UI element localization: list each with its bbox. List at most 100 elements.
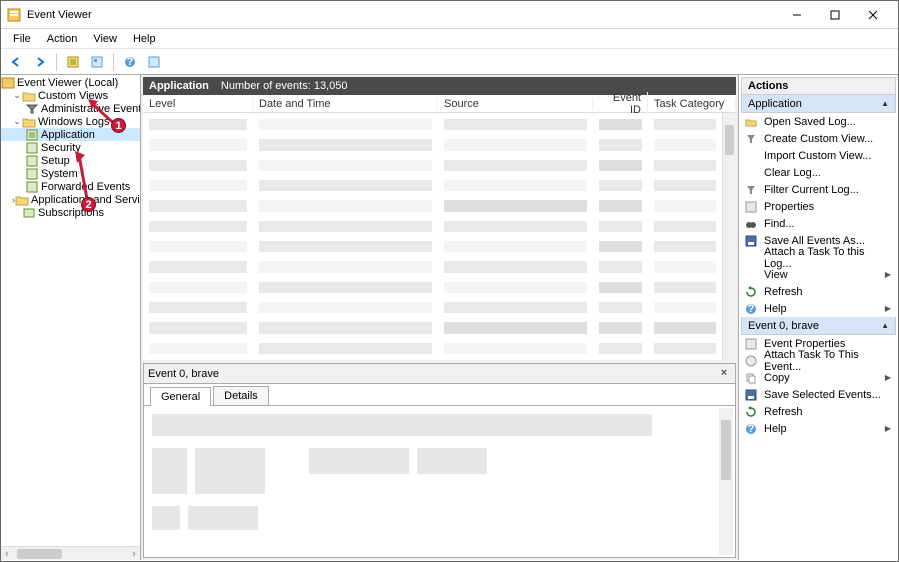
actions-pane: Actions Application ▲ Open Saved Log... … bbox=[738, 75, 898, 560]
detail-body bbox=[144, 406, 735, 557]
tree-windows-logs[interactable]: ⌄ Windows Logs bbox=[1, 115, 140, 128]
event-count-label: Number of events: 13,050 bbox=[221, 80, 348, 92]
subscriptions-icon bbox=[22, 207, 36, 219]
action-save-selected[interactable]: Save Selected Events... bbox=[741, 386, 896, 403]
column-eventid[interactable]: Event ID bbox=[593, 92, 648, 116]
tab-general[interactable]: General bbox=[150, 387, 211, 406]
detail-close-button[interactable]: × bbox=[717, 367, 731, 381]
properties-icon bbox=[744, 200, 758, 214]
event-detail-pane: Event 0, brave × General Details bbox=[143, 363, 736, 558]
svg-text:?: ? bbox=[748, 303, 755, 315]
svg-text:?: ? bbox=[127, 56, 134, 68]
menu-action[interactable]: Action bbox=[39, 31, 86, 47]
show-hide-tree-button[interactable] bbox=[62, 51, 84, 73]
log-icon bbox=[25, 155, 39, 167]
properties-button[interactable] bbox=[86, 51, 108, 73]
center-pane: Application Number of events: 13,050 Lev… bbox=[141, 75, 738, 560]
column-datetime[interactable]: Date and Time bbox=[253, 98, 438, 110]
submenu-arrow-icon: ▶ bbox=[885, 270, 891, 279]
menu-view[interactable]: View bbox=[85, 31, 125, 47]
action-create-custom-view[interactable]: Create Custom View... bbox=[741, 130, 896, 147]
filter-icon bbox=[744, 132, 758, 146]
action-open-saved-log[interactable]: Open Saved Log... bbox=[741, 113, 896, 130]
tree-custom-views[interactable]: ⌄ Custom Views bbox=[1, 89, 140, 102]
events-column-header[interactable]: Level Date and Time Source Event ID Task… bbox=[143, 95, 736, 113]
action-find[interactable]: Find... bbox=[741, 215, 896, 232]
toolbar: ? bbox=[1, 49, 898, 75]
filter-icon bbox=[744, 183, 758, 197]
action-import-custom-view[interactable]: Import Custom View... bbox=[741, 147, 896, 164]
scrollbar-thumb[interactable] bbox=[17, 549, 62, 559]
tree-setup[interactable]: Setup bbox=[1, 154, 140, 167]
help-icon: ? bbox=[744, 302, 758, 316]
actions-group-application[interactable]: Application ▲ bbox=[741, 95, 896, 113]
folder-icon bbox=[22, 90, 36, 102]
forward-button[interactable] bbox=[29, 51, 51, 73]
action-refresh-2[interactable]: Refresh bbox=[741, 403, 896, 420]
events-grid[interactable] bbox=[143, 113, 736, 360]
tree-admin-events[interactable]: Administrative Events bbox=[1, 102, 140, 115]
save-icon bbox=[744, 234, 758, 248]
refresh-button[interactable] bbox=[143, 51, 165, 73]
tree-forwarded[interactable]: Forwarded Events bbox=[1, 180, 140, 193]
refresh-icon bbox=[744, 405, 758, 419]
detail-header: Event 0, brave × bbox=[144, 364, 735, 384]
scrollbar-thumb[interactable] bbox=[725, 125, 734, 155]
back-button[interactable] bbox=[5, 51, 27, 73]
submenu-arrow-icon: ▶ bbox=[885, 424, 891, 433]
column-source[interactable]: Source bbox=[438, 98, 593, 110]
tree-application[interactable]: Application bbox=[1, 128, 140, 141]
action-copy[interactable]: Copy▶ bbox=[741, 369, 896, 386]
column-taskcategory[interactable]: Task Category bbox=[648, 98, 736, 110]
menu-bar: File Action View Help bbox=[1, 29, 898, 49]
action-help-2[interactable]: ?Help▶ bbox=[741, 420, 896, 437]
maximize-button[interactable] bbox=[816, 4, 854, 26]
column-level[interactable]: Level bbox=[143, 98, 253, 110]
events-vertical-scrollbar[interactable] bbox=[722, 113, 736, 360]
help-icon: ? bbox=[744, 422, 758, 436]
tree-root[interactable]: Event Viewer (Local) bbox=[1, 76, 140, 89]
refresh-icon bbox=[744, 285, 758, 299]
menu-help[interactable]: Help bbox=[125, 31, 164, 47]
action-attach-task-log[interactable]: Attach a Task To this Log... bbox=[741, 249, 896, 266]
title-bar: Event Viewer bbox=[1, 1, 898, 29]
close-button[interactable] bbox=[854, 4, 892, 26]
tree-horizontal-scrollbar[interactable]: ‹ › bbox=[1, 546, 140, 560]
actions-group-event[interactable]: Event 0, brave ▲ bbox=[741, 317, 896, 335]
log-name-label: Application bbox=[149, 80, 209, 92]
binoculars-icon bbox=[744, 217, 758, 231]
detail-title: Event 0, brave bbox=[148, 368, 219, 380]
log-icon bbox=[25, 129, 39, 141]
task-icon bbox=[744, 354, 758, 368]
tree-apps-services[interactable]: › Applications and Services Lo bbox=[1, 193, 140, 206]
navigation-tree[interactable]: Event Viewer (Local) ⌄ Custom Views Admi… bbox=[1, 75, 140, 546]
action-help[interactable]: ?Help▶ bbox=[741, 300, 896, 317]
action-clear-log[interactable]: Clear Log... bbox=[741, 164, 896, 181]
submenu-arrow-icon: ▶ bbox=[885, 304, 891, 313]
action-properties[interactable]: Properties bbox=[741, 198, 896, 215]
action-view[interactable]: View▶ bbox=[741, 266, 896, 283]
filter-icon bbox=[25, 103, 39, 115]
minimize-button[interactable] bbox=[778, 4, 816, 26]
log-icon bbox=[25, 181, 39, 193]
action-filter-current-log[interactable]: Filter Current Log... bbox=[741, 181, 896, 198]
tab-details[interactable]: Details bbox=[213, 386, 269, 405]
detail-vertical-scrollbar[interactable] bbox=[719, 408, 733, 555]
event-viewer-icon bbox=[7, 8, 21, 22]
tree-subscriptions[interactable]: Subscriptions bbox=[1, 206, 140, 219]
action-refresh[interactable]: Refresh bbox=[741, 283, 896, 300]
properties-icon bbox=[744, 337, 758, 351]
submenu-arrow-icon: ▶ bbox=[885, 373, 891, 382]
main-area: Event Viewer (Local) ⌄ Custom Views Admi… bbox=[1, 75, 898, 560]
collapse-icon: ▲ bbox=[881, 321, 889, 330]
menu-file[interactable]: File bbox=[5, 31, 39, 47]
actions-title: Actions bbox=[741, 77, 896, 95]
tree-system[interactable]: System bbox=[1, 167, 140, 180]
log-icon bbox=[25, 142, 39, 154]
action-attach-task-event[interactable]: Attach Task To This Event... bbox=[741, 352, 896, 369]
window-title: Event Viewer bbox=[27, 9, 778, 21]
help-button[interactable]: ? bbox=[119, 51, 141, 73]
tree-security[interactable]: Security bbox=[1, 141, 140, 154]
event-viewer-icon bbox=[1, 77, 15, 89]
svg-text:?: ? bbox=[748, 423, 755, 435]
